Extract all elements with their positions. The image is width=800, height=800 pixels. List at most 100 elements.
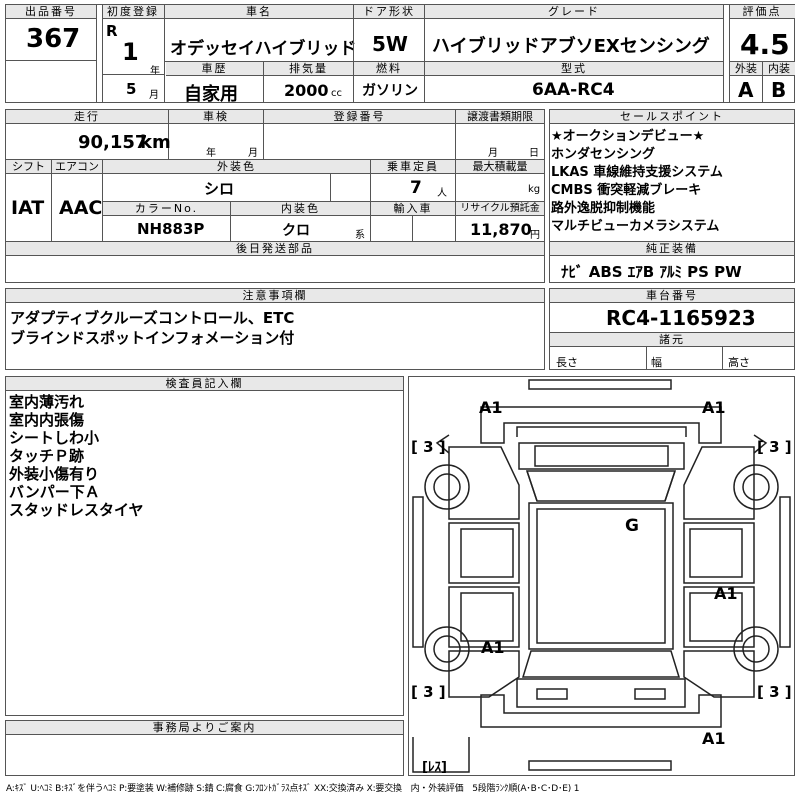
inspector-note-line: 室内薄汚れ	[9, 393, 85, 411]
fuel-label: 燃料	[354, 62, 424, 76]
int-color-label: 内装色	[231, 202, 370, 216]
fuel: ガソリン	[362, 83, 418, 99]
grade-label: グレード	[425, 5, 723, 19]
mark-tire-rr: [ 3 ]	[757, 683, 792, 701]
sales-label: セールスポイント	[550, 110, 794, 124]
ext-grade: A	[738, 78, 754, 102]
mark-spare: [ﾚｽ]	[422, 760, 447, 775]
era: R	[106, 22, 118, 40]
mark-tire-rl: [ 3 ]	[411, 683, 446, 701]
color-no: NH883P	[137, 220, 205, 238]
mileage-unit: km	[140, 132, 171, 153]
mark-door-left: A1	[481, 638, 505, 657]
shift: IAT	[11, 197, 45, 219]
mark-tire-fr: [ 3 ]	[757, 438, 792, 456]
month-unit: 月	[149, 90, 159, 101]
recycle-label: リサイクル預託金	[456, 202, 544, 216]
displacement: 2000	[284, 81, 329, 100]
color-no-label: カラーNo.	[103, 202, 230, 216]
dim-width: 幅	[651, 356, 662, 369]
dims-label: 諸元	[550, 333, 794, 347]
equipment-items: ﾅﾋﾞ ABS ｴｱB ｱﾙﾐ PS PW	[561, 263, 742, 281]
capacity: 7	[410, 178, 422, 198]
car-name-label: 車名	[165, 5, 353, 19]
office-label: 事務局よりご案内	[6, 721, 403, 735]
chassis-number: RC4-1165923	[606, 306, 756, 330]
inspector-note-line: バンパー下Ａ	[9, 483, 100, 501]
later-parts-label: 後日発送部品	[6, 242, 544, 256]
ext-color: シロ	[204, 180, 235, 198]
capacity-unit: 人	[437, 188, 447, 199]
grade: ハイブリッドアブソEXセンシング	[432, 36, 710, 57]
mileage-label: 走行	[6, 110, 168, 124]
reg-year: 1	[122, 38, 139, 66]
history: 自家用	[184, 84, 238, 105]
inspector-notes: 室内薄汚れ 室内内張傷 シートしわ小 タッチＰ跡 外装小傷有り バンパー下Ａ スタッドレスタ…	[9, 393, 144, 519]
inspector-label: 検査員記入欄	[6, 377, 403, 391]
sales-points: ★オークションデビュー★ ホンダセンシング LKAS 車線維持支援システム CMBS …	[551, 128, 723, 236]
recycle-fee: 11,870	[470, 220, 532, 239]
inspector-note-line: タッチＰ跡	[9, 447, 85, 465]
mileage: 90,157	[78, 132, 148, 153]
load-label: 最大積載量	[456, 160, 544, 174]
mark-rear: A1	[702, 729, 726, 748]
capacity-label: 乗車定員	[371, 160, 455, 174]
inspector-note-line: シートしわ小	[9, 429, 100, 447]
sales-point-line: ★オークションデビュー★	[551, 129, 705, 144]
int-color: クロ	[282, 223, 310, 239]
score-label: 評価点	[729, 5, 795, 19]
car-diagram	[412, 379, 791, 773]
chassis-label: 車台番号	[550, 289, 794, 303]
int-label: 内装	[763, 62, 795, 76]
note-line: ブラインドスポットインフォメーション付	[10, 329, 295, 347]
mark-door-right: A1	[714, 584, 738, 603]
ac: AAC	[59, 197, 103, 219]
transfer-day: 日	[529, 148, 539, 159]
import-label: 輸入車	[371, 202, 455, 216]
displacement-unit: cc	[331, 88, 342, 99]
model-label: 型式	[425, 62, 723, 76]
transfer-label: 譲渡書類期限	[456, 110, 544, 124]
door-type: 5W	[372, 32, 408, 56]
recycle-unit: 円	[530, 230, 540, 241]
sales-point-line: CMBS 衝突軽減ブレーキ	[551, 183, 702, 198]
notes-label: 注意事項欄	[6, 289, 544, 303]
reg-month: 5	[126, 80, 137, 98]
int-color-unit: 系	[355, 230, 365, 241]
inspector-note-line: 外装小傷有り	[9, 465, 100, 483]
lot-number: 367	[26, 24, 81, 54]
notes-text: アダプティブクルーズコントロール、ETC ブラインドスポットインフォメーション付	[10, 308, 294, 348]
regno-label: 登録番号	[264, 110, 455, 124]
inspector-note-line: 室内内張傷	[9, 411, 85, 429]
mark-front-right: A1	[702, 398, 726, 417]
sales-point-line: マルチビューカメラシステム	[551, 219, 720, 234]
model-code: 6AA-RC4	[532, 80, 615, 100]
legend-footer: A:ｷｽﾞ U:ﾍｺﾐ B:ｷｽﾞを伴うﾍｺﾐ P:要塗装 W:補修跡 S:錆 …	[6, 784, 580, 794]
score: 4.5	[740, 28, 790, 61]
shift-label: シフト	[6, 160, 51, 174]
mark-tire-fl: [ 3 ]	[411, 438, 446, 456]
ext-color-label: 外装色	[103, 160, 370, 174]
shaken-year: 年	[206, 148, 216, 159]
equipment-label: 純正装備	[550, 242, 794, 256]
transfer-month: 月	[488, 148, 498, 159]
note-line: アダプティブクルーズコントロール、ETC	[10, 309, 295, 327]
dim-length: 長さ	[556, 356, 578, 369]
mark-roof: G	[625, 516, 639, 536]
door-label: ドア形状	[354, 5, 424, 19]
sales-point-line: ホンダセンシング	[551, 147, 656, 162]
mark-front-left: A1	[479, 398, 503, 417]
dim-height: 高さ	[728, 356, 750, 369]
int-grade: B	[771, 78, 787, 102]
inspector-note-line: スタッドレスタイヤ	[9, 501, 144, 519]
shaken-label: 車検	[169, 110, 263, 124]
sales-point-line: 路外逸脱抑制機能	[551, 201, 656, 216]
lot-label: 出品番号	[6, 5, 96, 19]
load-unit: kg	[528, 184, 541, 195]
sales-point-line: LKAS 車線維持支援システム	[551, 165, 723, 180]
shaken-month: 月	[248, 148, 258, 159]
displacement-label: 排気量	[264, 62, 353, 76]
ext-label: 外装	[730, 62, 762, 76]
ac-label: エアコン	[52, 160, 102, 174]
history-label: 車歴	[166, 62, 263, 76]
